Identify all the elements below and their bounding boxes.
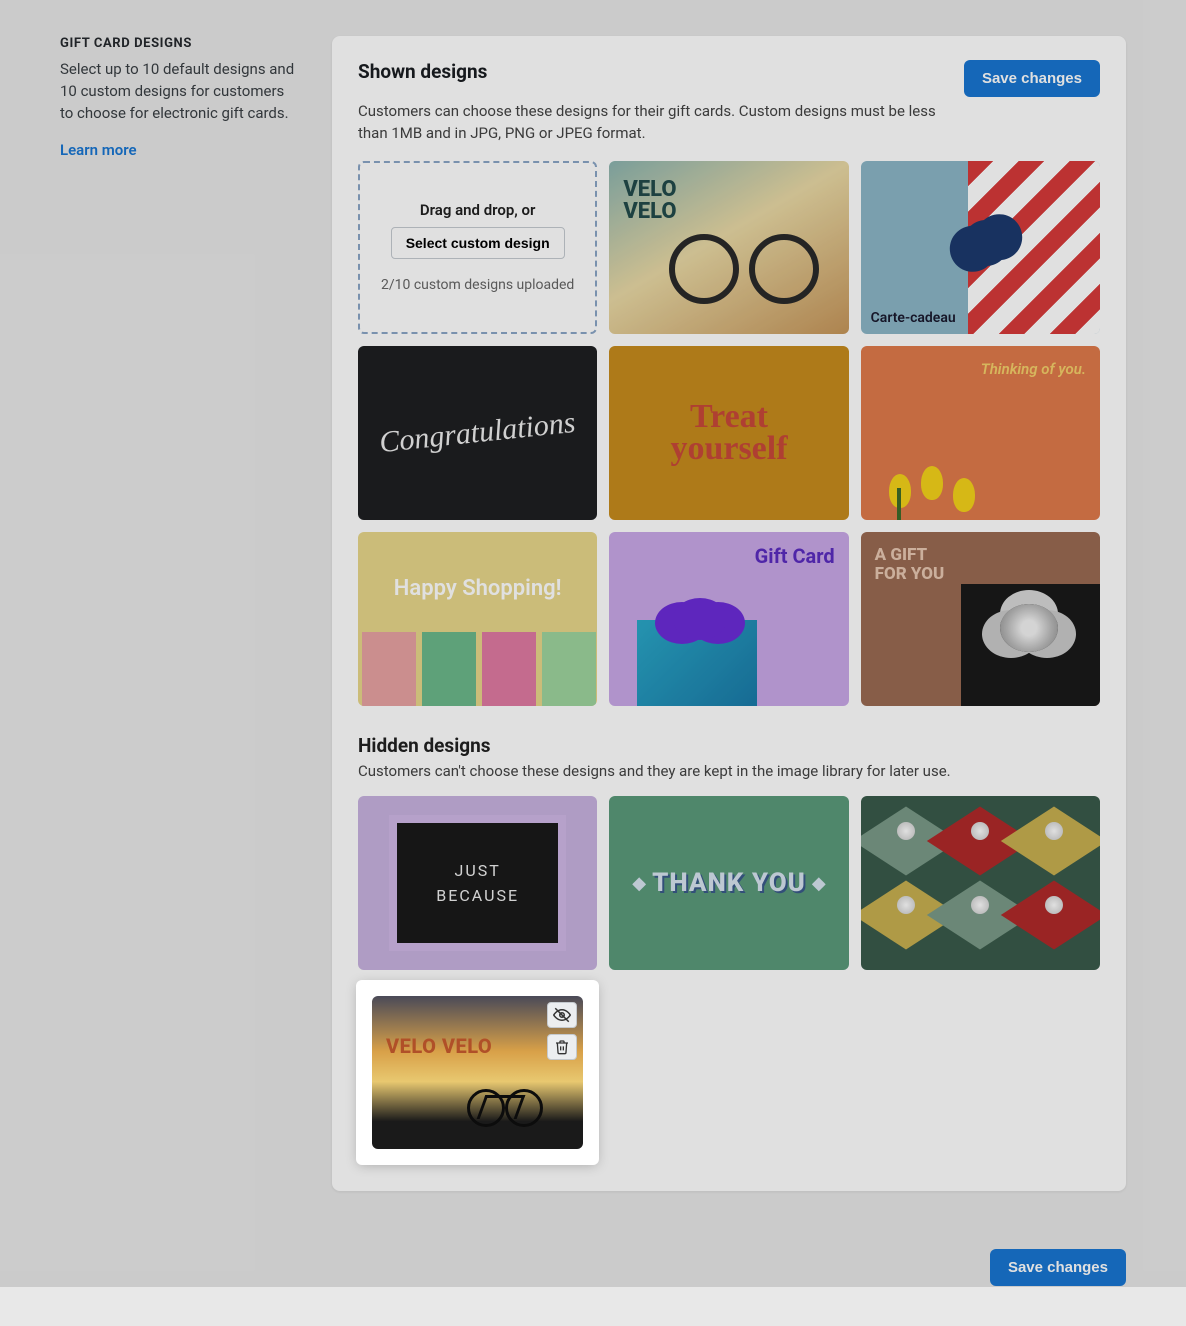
save-changes-button[interactable]: Save changes (964, 60, 1100, 97)
design-card-carte-cadeau[interactable]: Carte-cadeau (861, 161, 1100, 335)
sidebar-description: Select up to 10 default designs and 10 c… (60, 59, 300, 124)
card-text: VELOVELO (623, 179, 676, 223)
designs-panel: Shown designs Save changes Customers can… (332, 36, 1126, 1191)
design-card-gift-card[interactable]: Gift Card (609, 532, 848, 706)
upload-card[interactable]: Drag and drop, or Select custom design 2… (358, 161, 597, 335)
sidebar-title: Gift Card Designs (60, 36, 300, 51)
upload-count: 2/10 custom designs uploaded (381, 277, 574, 293)
card-text: Congratulations (378, 406, 577, 460)
footer-actions: Save changes (0, 1231, 1186, 1326)
design-card-happy-shopping[interactable]: Happy Shopping! (358, 532, 597, 706)
footer-save-changes-button[interactable]: Save changes (990, 1249, 1126, 1286)
sidebar: Gift Card Designs Select up to 10 defaul… (60, 36, 300, 1191)
design-card-congratulations[interactable]: Congratulations (358, 346, 597, 520)
card-text: A GIFTFOR YOU (875, 546, 945, 585)
design-card-gift-boxes[interactable] (861, 796, 1100, 970)
delete-design-button[interactable] (547, 1034, 577, 1060)
learn-more-link[interactable]: Learn more (60, 141, 137, 159)
card-text: Thinking of you. (981, 360, 1086, 378)
card-text: Carte-cadeau (871, 310, 956, 326)
design-card-just-because[interactable]: JUSTBECAUSE (358, 796, 597, 970)
card-text: Happy Shopping! (358, 576, 597, 601)
shown-description: Customers can choose these designs for t… (358, 101, 958, 145)
shown-grid: Drag and drop, or Select custom design 2… (358, 161, 1100, 706)
trash-icon (554, 1039, 570, 1055)
design-card-thinking-of-you[interactable]: Thinking of you. (861, 346, 1100, 520)
upload-drag-label: Drag and drop, or (420, 201, 536, 219)
design-card-velo[interactable]: VELOVELO (609, 161, 848, 335)
design-card-a-gift-for-you[interactable]: A GIFTFOR YOU (861, 532, 1100, 706)
design-card-velo-sunset-selected[interactable]: VELO VELO (358, 982, 597, 1163)
hidden-heading: Hidden designs (358, 734, 1100, 757)
hidden-grid: JUSTBECAUSE ◆ THANK YOU ◆ (358, 796, 1100, 1163)
card-text: VELO VELO (386, 1034, 492, 1058)
card-text: Gift Card (755, 544, 835, 568)
hidden-description: Customers can't choose these designs and… (358, 761, 958, 783)
shown-heading: Shown designs (358, 60, 487, 83)
card-text: THANK YOU (652, 868, 806, 898)
card-text: Treatyourself (670, 401, 787, 466)
design-card-treat-yourself[interactable]: Treatyourself (609, 346, 848, 520)
eye-off-icon (553, 1006, 571, 1024)
hide-design-button[interactable] (547, 1002, 577, 1028)
select-custom-design-button[interactable]: Select custom design (391, 227, 565, 259)
card-text: JUSTBECAUSE (389, 815, 566, 950)
design-card-thank-you[interactable]: ◆ THANK YOU ◆ (609, 796, 848, 970)
